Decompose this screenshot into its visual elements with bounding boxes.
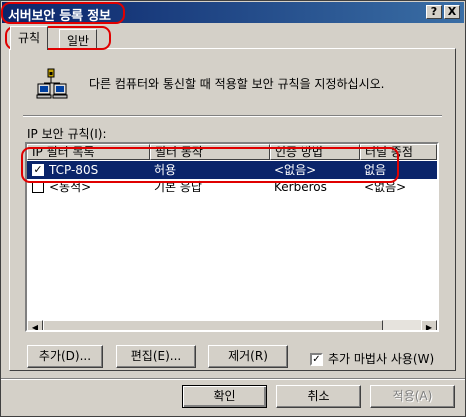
network-computers-icon (36, 68, 68, 99)
wizard-checkbox[interactable]: ✓ (310, 353, 323, 366)
rule-checkbox[interactable]: ✓ (32, 164, 44, 176)
ok-button[interactable]: 확인 (182, 385, 267, 408)
edit-button[interactable]: 편집(E)... (116, 345, 196, 368)
remove-button[interactable]: 제거(R) (208, 345, 288, 368)
cell-filter-action: 허용 (154, 163, 177, 177)
close-button[interactable]: X (444, 5, 460, 19)
footer-separator (1, 378, 465, 380)
help-button[interactable]: ? (426, 5, 442, 19)
window-title: 서버보안 등록 정보 (8, 9, 111, 24)
column-header-auth-method[interactable]: 인증 방법 (270, 144, 360, 160)
column-header-filter-action[interactable]: 필터 동작 (150, 144, 270, 160)
title-bar[interactable]: 서버보안 등록 정보 ? X (2, 2, 464, 24)
scroll-right-icon[interactable]: ▶ (421, 320, 437, 330)
cell-filter-list: TCP-80S (49, 163, 99, 177)
horizontal-scrollbar[interactable]: ◀ ▶ (27, 320, 437, 330)
add-button[interactable]: 추가(D)... (27, 345, 103, 368)
apply-button[interactable]: 적용(A) (370, 385, 455, 408)
scroll-thumb[interactable] (43, 320, 383, 330)
table-row[interactable]: ✓ TCP-80S 허용 <없음> 없음 (27, 161, 437, 179)
cell-filter-action: 기본 응답 (154, 180, 202, 194)
column-header-tunnel-endpoint[interactable]: 터널 종점 (360, 144, 437, 160)
tab-general[interactable]: 일반 (59, 29, 98, 49)
ip-security-rules-list[interactable]: IP 필터 목록 필터 동작 인증 방법 터널 종점 ✓ TCP-80S 허용 … (25, 142, 439, 332)
cell-auth-method: Kerberos (274, 180, 327, 194)
properties-dialog: 서버보안 등록 정보 ? X 규칙 일반 다른 컴퓨터와 통신할 때 적용할 보… (0, 0, 466, 417)
tab-rules[interactable]: 규칙 (10, 26, 49, 50)
cell-auth-method: <없음> (274, 163, 317, 177)
cell-tunnel-endpoint: 없음 (364, 163, 387, 177)
column-header-filter-list[interactable]: IP 필터 목록 (27, 144, 150, 160)
description-text: 다른 컴퓨터와 통신할 때 적용할 보안 규칙을 지정하십시오. (89, 77, 385, 91)
wizard-checkbox-row[interactable]: ✓ 추가 마법사 사용(W) (310, 350, 434, 367)
rules-list-label: IP 보안 규칙(I): (27, 127, 107, 141)
cell-filter-list: <동적> (49, 180, 92, 194)
scroll-left-icon[interactable]: ◀ (27, 320, 43, 330)
wizard-checkbox-label: 추가 마법사 사용(W) (328, 352, 435, 366)
table-row[interactable]: <동적> 기본 응답 Kerberos <없음> (27, 178, 437, 196)
list-header: IP 필터 목록 필터 동작 인증 방법 터널 종점 (27, 144, 437, 160)
separator (23, 115, 442, 117)
cancel-button[interactable]: 취소 (276, 385, 361, 408)
rule-checkbox[interactable] (32, 181, 44, 193)
cell-tunnel-endpoint: <없음> (364, 180, 407, 194)
